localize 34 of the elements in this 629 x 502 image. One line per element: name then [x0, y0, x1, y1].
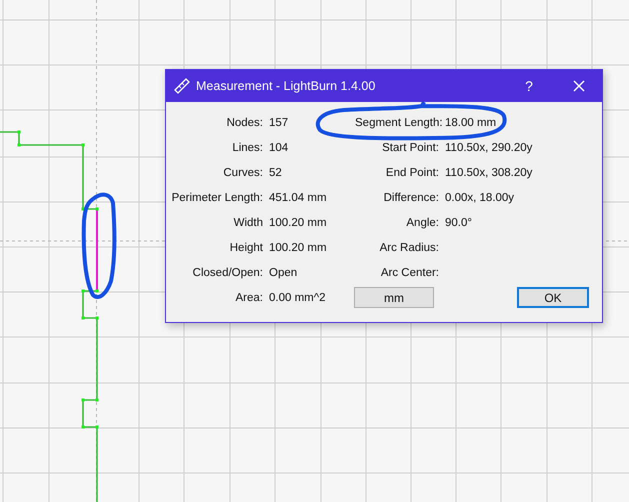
- field-label: Lines:: [231, 142, 263, 154]
- field-value: 110.50x, 308.20y: [445, 166, 534, 178]
- field-label: Arc Center:: [380, 266, 439, 278]
- field-value: 0.00 mm^2: [269, 292, 327, 304]
- field-label: Arc Radius:: [378, 242, 439, 254]
- field-value: 90.0°: [445, 216, 473, 228]
- field-label: End Point:: [384, 166, 439, 178]
- field-label: Closed/Open:: [192, 266, 263, 278]
- field-label: Height: [228, 242, 263, 254]
- help-button[interactable]: ?: [514, 70, 544, 102]
- field-value: 451.04 mm: [269, 192, 328, 204]
- field-value: 157: [269, 116, 290, 128]
- ruler-icon: [174, 78, 190, 94]
- field-label: Nodes:: [226, 116, 263, 128]
- field-value: 100.20 mm: [269, 216, 328, 228]
- field-value: Open: [269, 266, 298, 278]
- field-value: 100.20 mm: [269, 242, 328, 254]
- field-label: Start Point:: [381, 142, 439, 154]
- close-icon: [573, 80, 585, 92]
- field-label: Difference:: [382, 192, 439, 204]
- field-label: Curves:: [222, 166, 263, 178]
- field-value: 0.00x, 18.00y: [445, 192, 516, 204]
- window-title: Measurement - LightBurn 1.4.00: [196, 79, 376, 93]
- field-value: 18.00 mm: [445, 116, 498, 128]
- field-label: Width: [232, 216, 263, 228]
- field-value: 104: [269, 142, 290, 154]
- field-value: 52: [269, 166, 283, 178]
- field-label: Perimeter Length:: [170, 192, 263, 204]
- ok-button[interactable]: OK: [517, 287, 589, 308]
- unit-button[interactable]: mm: [354, 287, 434, 308]
- field-label: Segment Length:: [355, 116, 439, 128]
- field-label: Angle:: [405, 216, 439, 228]
- field-value: 110.50x, 290.20y: [445, 142, 534, 154]
- field-label: Area:: [234, 292, 263, 304]
